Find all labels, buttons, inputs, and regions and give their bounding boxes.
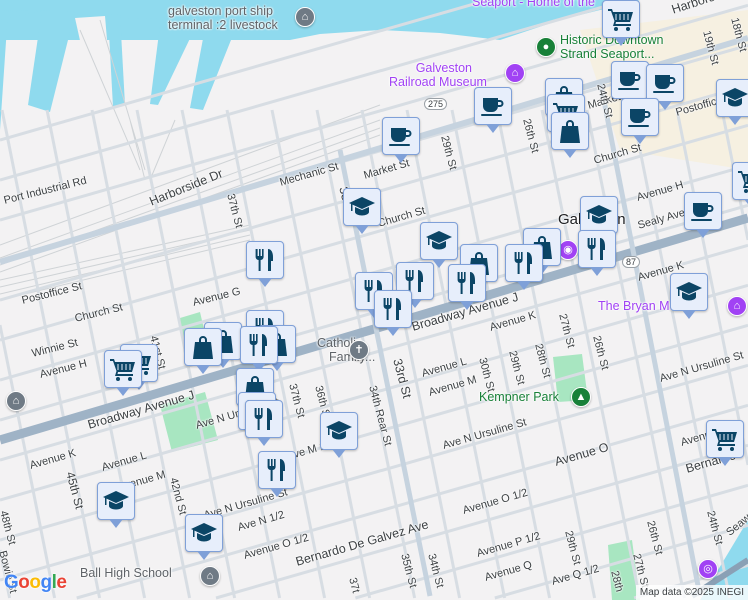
- graduation-cap-icon: [675, 278, 703, 306]
- cafe-marker[interactable]: [611, 61, 649, 107]
- school-icon[interactable]: ⌂: [200, 566, 220, 586]
- coffee-cup-icon: [651, 69, 679, 97]
- cart-icon: [711, 425, 739, 453]
- graduation-cap-icon: [425, 227, 453, 255]
- cafe-marker[interactable]: [621, 98, 659, 144]
- label-line: galveston port ship: [168, 4, 273, 18]
- school-marker[interactable]: [580, 196, 618, 242]
- camera-icon[interactable]: ◉: [558, 240, 578, 260]
- coffee-cup-icon: [387, 122, 415, 150]
- restaurant-marker[interactable]: [578, 230, 616, 276]
- church-icon[interactable]: ✝: [349, 340, 369, 360]
- landmark-icon[interactable]: ⌂: [295, 7, 315, 27]
- shopping-marker[interactable]: [551, 112, 589, 158]
- school-marker[interactable]: [420, 222, 458, 268]
- restaurant-marker[interactable]: [245, 400, 283, 446]
- port-terminal-label[interactable]: galveston port ship terminal :2 livestock: [168, 4, 278, 32]
- restaurant-marker[interactable]: [258, 451, 296, 497]
- grocery-marker[interactable]: [732, 162, 748, 208]
- museum-icon[interactable]: ⌂: [727, 296, 747, 316]
- label-line: Strand Seaport...: [560, 47, 655, 61]
- fork-knife-icon: [379, 295, 407, 323]
- ball-high-school-label[interactable]: Ball High School: [80, 566, 172, 580]
- school-marker[interactable]: [320, 412, 358, 458]
- restaurant-marker[interactable]: [448, 264, 486, 310]
- coffee-cup-icon: [616, 66, 644, 94]
- fork-knife-icon: [510, 249, 538, 277]
- fork-knife-icon: [583, 235, 611, 263]
- school-marker[interactable]: [185, 514, 223, 560]
- coffee-cup-icon: [689, 197, 717, 225]
- fork-knife-icon: [263, 456, 291, 484]
- graduation-cap-icon: [348, 193, 376, 221]
- graduation-cap-icon: [585, 201, 613, 229]
- cafe-marker[interactable]: [646, 64, 684, 110]
- restaurant-marker[interactable]: [374, 290, 412, 336]
- cart-icon: [607, 5, 635, 33]
- grocery-marker[interactable]: [706, 420, 744, 466]
- highway-shield-275: 275: [424, 98, 448, 110]
- school-marker[interactable]: [343, 188, 381, 234]
- map-attribution[interactable]: Map data ©2025 INEGI: [635, 585, 748, 600]
- school-marker[interactable]: [670, 273, 708, 319]
- shopping-bag-icon: [189, 333, 217, 361]
- cafe-marker[interactable]: [382, 117, 420, 163]
- fork-knife-icon: [250, 405, 278, 433]
- cart-icon: [737, 167, 748, 195]
- highway-shield-87: 87: [622, 256, 641, 268]
- fork-knife-icon: [251, 246, 279, 274]
- restaurant-marker[interactable]: [240, 326, 278, 372]
- restaurant-marker[interactable]: [505, 244, 543, 290]
- label-line: Railroad Museum: [389, 75, 487, 89]
- shopping-marker[interactable]: [184, 328, 222, 374]
- kempner-park-label[interactable]: Kempner Park: [479, 390, 559, 404]
- seaport-label[interactable]: Seaport - Home of the: [472, 0, 595, 9]
- fork-knife-icon: [245, 331, 273, 359]
- cafe-marker[interactable]: [474, 87, 512, 133]
- shopping-bag-icon: [556, 117, 584, 145]
- coffee-cup-icon: [479, 92, 507, 120]
- fork-knife-icon: [453, 269, 481, 297]
- label-line: Galveston: [415, 61, 472, 75]
- attraction-icon[interactable]: ◎: [698, 559, 718, 579]
- railroad-museum-label[interactable]: Galveston Railroad Museum: [389, 61, 487, 89]
- grocery-marker[interactable]: [602, 0, 640, 46]
- landmark-icon[interactable]: ⌂: [6, 391, 26, 411]
- graduation-cap-icon: [190, 519, 218, 547]
- school-marker[interactable]: [97, 482, 135, 528]
- graduation-cap-icon: [102, 487, 130, 515]
- cafe-marker[interactable]: [684, 192, 722, 238]
- tree-icon[interactable]: ▲: [571, 387, 591, 407]
- graduation-cap-icon: [325, 417, 353, 445]
- school-marker[interactable]: [716, 79, 748, 125]
- cart-icon: [109, 355, 137, 383]
- label-line: terminal :2 livestock: [168, 18, 278, 32]
- graduation-cap-icon: [721, 84, 748, 112]
- restaurant-marker[interactable]: [246, 241, 284, 287]
- museum-icon[interactable]: ⌂: [505, 63, 525, 83]
- coffee-cup-icon: [626, 103, 654, 131]
- attraction-pin-icon[interactable]: ●: [536, 37, 556, 57]
- grocery-marker[interactable]: [104, 350, 142, 396]
- google-logo[interactable]: Google: [4, 572, 67, 594]
